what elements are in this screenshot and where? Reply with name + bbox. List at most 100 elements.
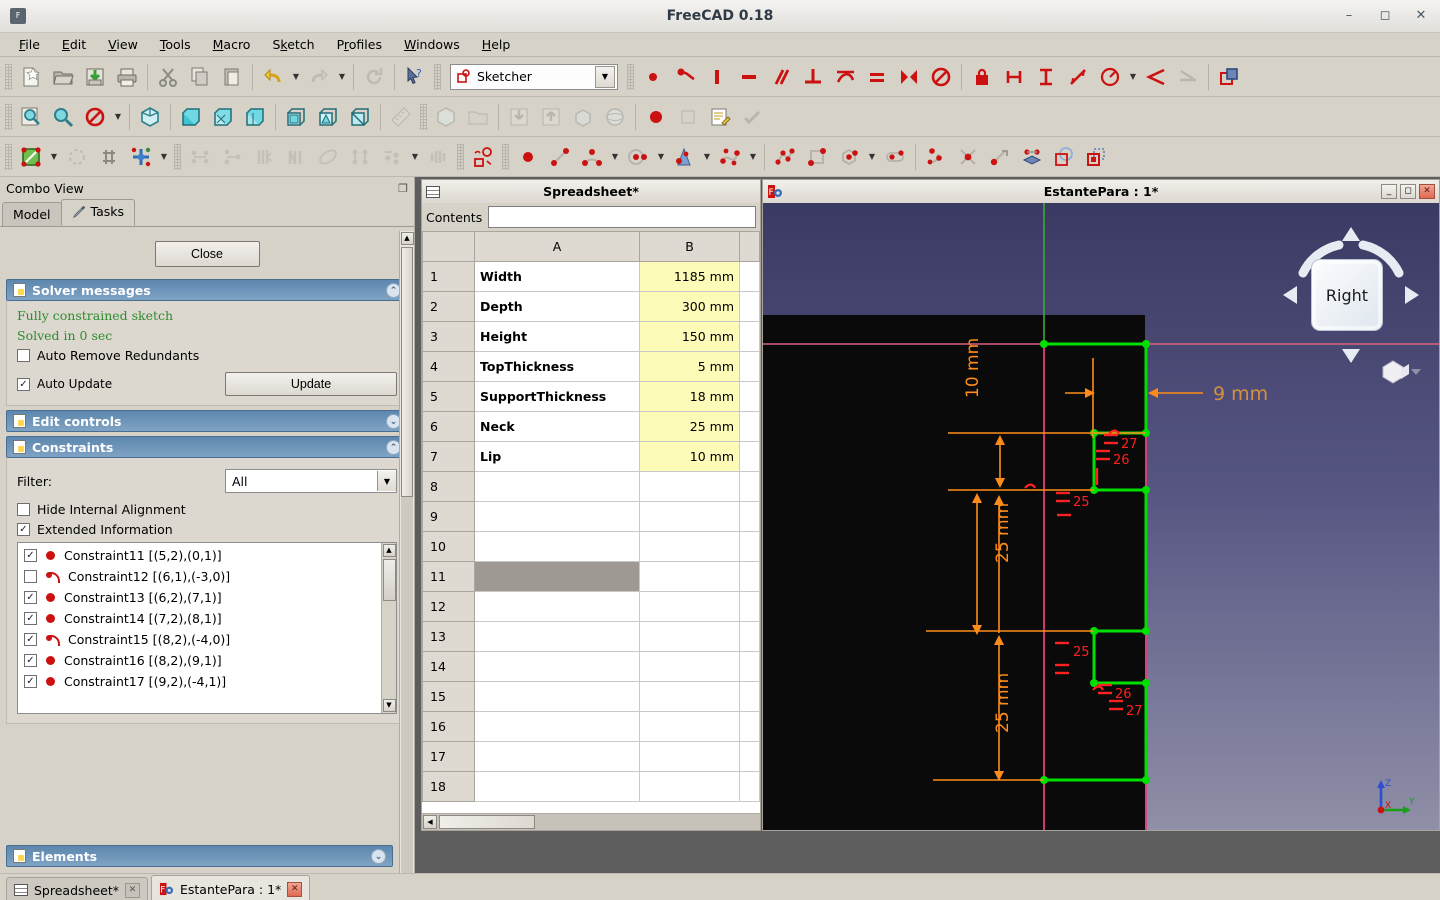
toolbar-grip[interactable]: [420, 103, 427, 130]
menu-sketch[interactable]: Sketch: [261, 35, 325, 54]
update-button[interactable]: Update: [225, 372, 397, 396]
extended-information-checkbox[interactable]: ✓: [17, 523, 30, 536]
validate-sketch-tool-icon[interactable]: [93, 141, 125, 173]
draw-style-dropdown-icon[interactable]: ▼: [111, 101, 125, 133]
maximize-icon[interactable]: ◻: [1400, 184, 1416, 199]
filter-select[interactable]: All ▼: [225, 469, 397, 493]
cell-a16[interactable]: [474, 711, 640, 742]
row-header[interactable]: 4: [422, 351, 475, 382]
row-header[interactable]: 5: [422, 381, 475, 412]
constrain-lock-icon[interactable]: [966, 61, 998, 93]
cell-c13[interactable]: [739, 621, 760, 652]
cell-c3[interactable]: [739, 321, 760, 352]
doc-tab-estantepara[interactable]: F EstantePara : 1* ✕: [151, 875, 311, 900]
menu-profiles[interactable]: Profiles: [326, 35, 393, 54]
row-header[interactable]: 12: [422, 591, 475, 622]
cell-a7[interactable]: Lip: [474, 441, 640, 472]
row-header[interactable]: 17: [422, 741, 475, 772]
constrain-block-icon[interactable]: [925, 61, 957, 93]
create-point-icon[interactable]: [512, 141, 544, 173]
workbench-selector[interactable]: Sketcher ▼: [450, 63, 618, 90]
cell-a10[interactable]: [474, 531, 640, 562]
close-task-button[interactable]: Close: [154, 241, 260, 267]
select-vertical-edges-icon[interactable]: [216, 141, 248, 173]
cell-a5[interactable]: SupportThickness: [474, 381, 640, 412]
import-icon[interactable]: [503, 101, 535, 133]
cell-c16[interactable]: [739, 711, 760, 742]
constraints-scrollbar[interactable]: ▲ ▼: [381, 543, 396, 713]
row-header[interactable]: 1: [422, 261, 475, 292]
cell-c12[interactable]: [739, 591, 760, 622]
row-header[interactable]: 2: [422, 291, 475, 322]
create-circle-icon[interactable]: [622, 141, 654, 173]
constrain-distance-y-icon[interactable]: [1030, 61, 1062, 93]
table-row[interactable]: 18: [422, 771, 760, 802]
toolbar-grip[interactable]: [627, 63, 634, 90]
doc-tab-spreadsheet[interactable]: Spreadsheet* ✕: [6, 877, 148, 900]
copy-icon[interactable]: [184, 61, 216, 93]
hide-internal-alignment-row[interactable]: Hide Internal Alignment: [17, 502, 397, 517]
clone-array-icon[interactable]: [1080, 141, 1112, 173]
cell-c17[interactable]: [739, 741, 760, 772]
restore-internal-geometry-icon[interactable]: [376, 141, 408, 173]
right-view-icon[interactable]: [239, 101, 271, 133]
map-sketch-icon[interactable]: [672, 101, 704, 133]
constrain-horizontal-icon[interactable]: [733, 61, 765, 93]
cell-c10[interactable]: [739, 531, 760, 562]
row-header[interactable]: 7: [422, 441, 475, 472]
menu-tools[interactable]: Tools: [149, 35, 202, 54]
create-arc-icon[interactable]: [576, 141, 608, 173]
toolbar-grip[interactable]: [174, 143, 181, 170]
menu-edit[interactable]: Edit: [51, 35, 97, 54]
toggle-construction-icon[interactable]: [1213, 61, 1245, 93]
close-icon[interactable]: ✕: [1414, 9, 1428, 23]
cell-a9[interactable]: [474, 501, 640, 532]
menu-windows[interactable]: Windows: [393, 35, 471, 54]
cell-a11[interactable]: [474, 561, 640, 592]
cell-b7[interactable]: 10 mm: [639, 441, 740, 472]
switch-virtual-space-icon[interactable]: [422, 141, 454, 173]
navcube-face[interactable]: Right: [1311, 259, 1383, 331]
constrain-distance-x-icon[interactable]: [998, 61, 1030, 93]
table-row[interactable]: 6 Neck 25 mm: [422, 411, 760, 442]
auto-remove-redundants-checkbox[interactable]: [17, 349, 30, 362]
constraint-checkbox[interactable]: ✓: [24, 612, 37, 625]
cell-c2[interactable]: [739, 291, 760, 322]
cell-b15[interactable]: [639, 681, 740, 712]
part-sphere-icon[interactable]: [599, 101, 631, 133]
tasks-panel-scrollbar[interactable]: ▲: [399, 231, 414, 873]
open-document-icon[interactable]: [47, 61, 79, 93]
create-polyline-icon[interactable]: [769, 141, 801, 173]
create-line-icon[interactable]: [544, 141, 576, 173]
cell-b17[interactable]: [639, 741, 740, 772]
close-icon[interactable]: ✕: [1419, 184, 1435, 199]
constrain-radius-icon[interactable]: [1094, 61, 1126, 93]
list-item[interactable]: ✓ Constraint13 [(6,2),(7,1)]: [18, 587, 381, 608]
constraint-checkbox[interactable]: ✓: [24, 549, 37, 562]
front-view-icon[interactable]: [175, 101, 207, 133]
table-row[interactable]: 14: [422, 651, 760, 682]
bspline-dropdown-icon[interactable]: ▼: [746, 141, 760, 173]
select-horizontal-edges-icon[interactable]: [184, 141, 216, 173]
table-row[interactable]: 8: [422, 471, 760, 502]
scroll-up-icon[interactable]: ▲: [400, 232, 414, 245]
cell-a6[interactable]: Neck: [474, 411, 640, 442]
view-section-icon[interactable]: [430, 101, 462, 133]
cell-c18[interactable]: [739, 771, 760, 802]
scrollbar-thumb[interactable]: [401, 247, 413, 497]
reorient-sketch-icon[interactable]: [61, 141, 93, 173]
elements-header[interactable]: Elements ⌄: [6, 845, 393, 867]
rear-view-icon[interactable]: [280, 101, 312, 133]
arc-dropdown-icon[interactable]: ▼: [608, 141, 622, 173]
cell-b4[interactable]: 5 mm: [639, 351, 740, 382]
constrain-equal-icon[interactable]: [861, 61, 893, 93]
extend-edge-icon[interactable]: [984, 141, 1016, 173]
cell-a14[interactable]: [474, 651, 640, 682]
chevron-down-icon[interactable]: ⌄: [371, 848, 386, 864]
table-row[interactable]: 12: [422, 591, 760, 622]
cell-b6[interactable]: 25 mm: [639, 411, 740, 442]
toolbar-grip[interactable]: [5, 143, 12, 170]
constrain-symmetric-icon[interactable]: [893, 61, 925, 93]
auto-update-checkbox[interactable]: ✓: [17, 377, 30, 391]
view3d-canvas[interactable]: 10 mm 25 mm 25 mm 9 mm 27 26 25 25 26 27…: [762, 203, 1440, 831]
